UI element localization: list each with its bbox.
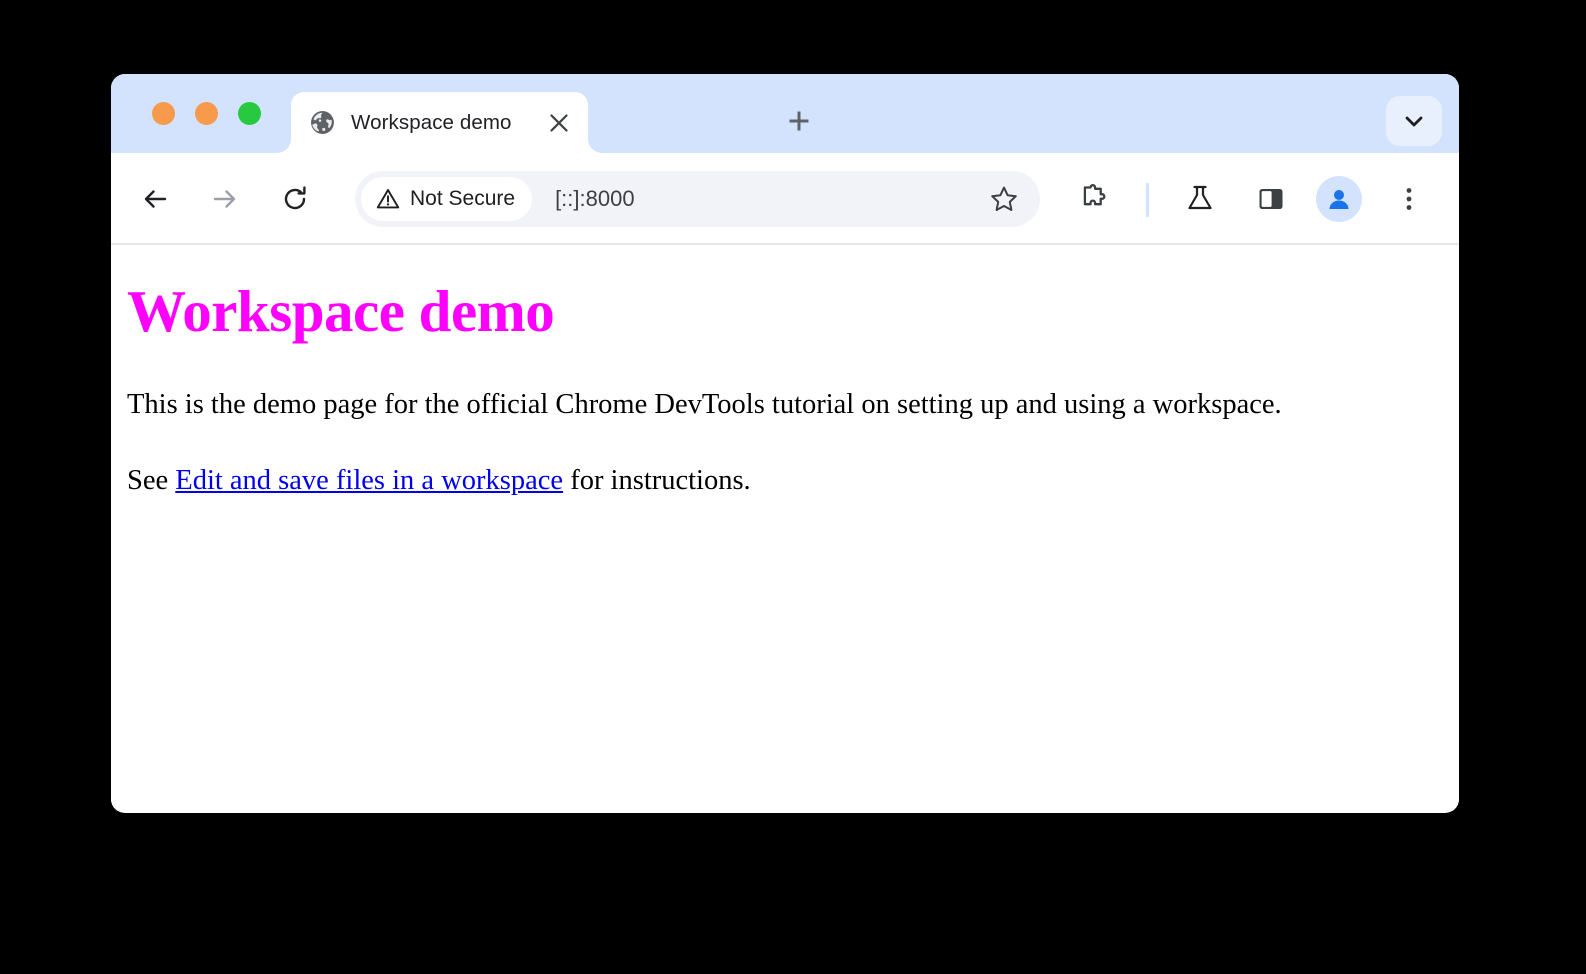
person-icon (1324, 184, 1354, 214)
reload-icon (278, 182, 312, 216)
browser-tab-workspace-demo[interactable]: Workspace demo (291, 92, 588, 153)
tab-title: Workspace demo (351, 111, 542, 135)
plus-icon (786, 108, 812, 134)
tab-search-button[interactable] (1386, 96, 1442, 146)
page-title: Workspace demo (127, 278, 1443, 346)
bookmark-button[interactable] (982, 177, 1026, 221)
new-tab-button[interactable] (777, 99, 821, 143)
window-traffic-lights (152, 102, 261, 125)
star-icon (989, 184, 1019, 214)
back-button[interactable] (129, 173, 181, 225)
labs-button[interactable] (1174, 173, 1226, 225)
browser-window: Workspace demo (111, 74, 1459, 813)
address-bar[interactable]: Not Secure [::]:8000 (355, 171, 1040, 227)
toolbar-divider (1146, 183, 1149, 217)
tab-close-button[interactable] (542, 106, 576, 140)
security-status-chip[interactable]: Not Secure (361, 177, 532, 221)
profile-button[interactable] (1313, 173, 1365, 225)
flask-icon (1183, 182, 1217, 216)
url-text[interactable]: [::]:8000 (555, 186, 982, 212)
security-status-label: Not Secure (410, 187, 515, 211)
instructions-suffix: for instructions. (563, 465, 751, 496)
workspace-doc-link[interactable]: Edit and save files in a workspace (175, 465, 563, 496)
close-icon (548, 112, 570, 134)
arrow-right-icon (208, 182, 242, 216)
window-minimize-button[interactable] (195, 102, 218, 125)
instructions-prefix: See (127, 465, 175, 496)
three-dot-menu-icon (1395, 185, 1423, 213)
tab-strip: Workspace demo (111, 74, 1459, 153)
instructions-paragraph: See Edit and save files in a workspace f… (127, 464, 1443, 498)
reload-button[interactable] (269, 173, 321, 225)
browser-toolbar: Not Secure [::]:8000 (111, 153, 1459, 245)
arrow-left-icon (138, 182, 172, 216)
browser-menu-button[interactable] (1383, 173, 1435, 225)
web-page-content: Workspace demo This is the demo page for… (111, 245, 1459, 811)
intro-paragraph: This is the demo page for the official C… (127, 388, 1443, 422)
side-panel-icon (1254, 182, 1288, 216)
window-maximize-button[interactable] (238, 102, 261, 125)
tab-curve-right (588, 139, 602, 153)
warning-triangle-icon (375, 186, 401, 212)
extensions-button[interactable] (1068, 173, 1120, 225)
avatar (1316, 176, 1362, 222)
tab-curve-left (277, 139, 291, 153)
window-close-button[interactable] (152, 102, 175, 125)
chevron-down-icon (1401, 108, 1427, 134)
puzzle-piece-icon (1077, 182, 1111, 216)
globe-icon (310, 110, 335, 135)
forward-button (199, 173, 251, 225)
side-panel-button[interactable] (1245, 173, 1297, 225)
